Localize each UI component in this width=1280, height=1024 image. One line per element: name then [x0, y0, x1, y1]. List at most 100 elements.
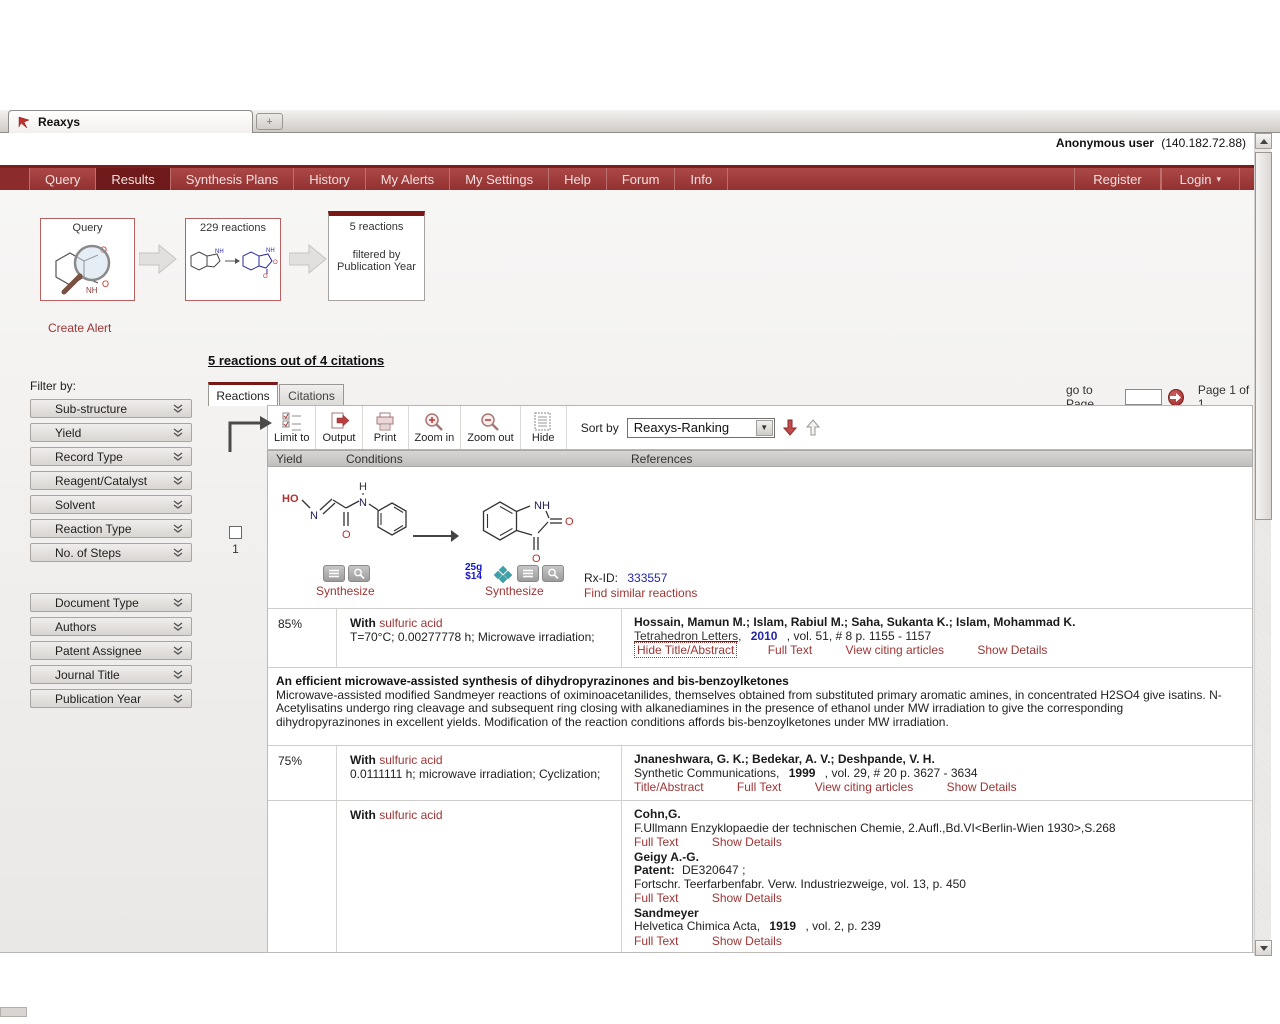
reaction-arrow-icon	[413, 527, 459, 545]
reagent-link[interactable]: sulfuric acid	[379, 753, 442, 767]
product-action-buttons	[517, 565, 564, 582]
nav-item-history[interactable]: History	[294, 168, 365, 190]
rx-id-value[interactable]: 333557	[627, 571, 667, 585]
show-details-link[interactable]: Show Details	[712, 934, 782, 948]
sort-by-label: Sort by	[581, 421, 619, 435]
filter-button-authors[interactable]: Authors	[30, 617, 192, 636]
zoom-out-button[interactable]: Zoom out	[461, 406, 520, 449]
nav-item-query[interactable]: Query	[30, 168, 96, 190]
svg-text:NH: NH	[215, 249, 224, 255]
sort-select[interactable]: Reaxys-Ranking ▼	[627, 418, 775, 438]
goto-page-button[interactable]	[1168, 389, 1184, 406]
nav-item-results[interactable]: Results	[96, 168, 170, 190]
filter-button-document-type[interactable]: Document Type	[30, 593, 192, 612]
sort-ascending-button[interactable]	[806, 419, 821, 436]
title-abstract-link[interactable]: Title/Abstract	[634, 780, 704, 794]
tab-citations[interactable]: Citations	[279, 384, 344, 406]
nav-item-info[interactable]: Info	[675, 168, 728, 190]
current-row-arrow-icon	[222, 412, 274, 454]
filter-by-title: Filter by:	[30, 379, 76, 393]
synthesize-link-reactant[interactable]: Synthesize	[316, 584, 375, 598]
full-text-link[interactable]: Full Text	[768, 643, 812, 657]
reactant-search-button[interactable]	[348, 565, 370, 582]
show-details-link[interactable]: Show Details	[712, 835, 782, 849]
limit-to-button[interactable]: Limit to	[268, 406, 316, 449]
filter-button-no-of-steps[interactable]: No. of Steps	[30, 543, 192, 562]
show-details-link[interactable]: Show Details	[947, 780, 1017, 794]
show-details-link[interactable]: Show Details	[712, 891, 782, 905]
export-document-icon	[329, 412, 349, 431]
product-structure: NH O O	[468, 473, 583, 573]
full-text-link[interactable]: Full Text	[737, 780, 781, 794]
new-tab-button[interactable]: +	[256, 113, 283, 130]
nav-item-help[interactable]: Help	[549, 168, 607, 190]
lattice-diamond-icon[interactable]	[492, 565, 514, 583]
nav-item-login[interactable]: Login ▾	[1161, 168, 1240, 190]
view-citing-articles-link[interactable]: View citing articles	[815, 780, 913, 794]
filter-button-publication-year[interactable]: Publication Year	[30, 689, 192, 708]
browser-tab-bar: Reaxys +	[0, 110, 1280, 133]
reagent-link[interactable]: sulfuric acid	[379, 616, 442, 630]
tab-reactions[interactable]: Reactions	[208, 382, 278, 406]
scroll-up-button[interactable]	[1255, 133, 1272, 149]
vertical-scrollbar[interactable]	[1254, 133, 1271, 956]
filter-button-record-type[interactable]: Record Type	[30, 447, 192, 466]
full-text-link[interactable]: Full Text	[634, 934, 678, 948]
view-citing-articles-link[interactable]: View citing articles	[846, 643, 944, 657]
goto-page-input[interactable]	[1125, 389, 1162, 405]
reagent-link[interactable]: sulfuric acid	[379, 808, 442, 822]
register-label: Register	[1093, 172, 1141, 187]
select-dropdown-button[interactable]: ▼	[756, 420, 773, 436]
journal-link[interactable]: Tetrahedron Letters,	[634, 629, 741, 643]
history-step-229-reactions[interactable]: 229 reactions NH NH O O	[185, 218, 281, 301]
year-link[interactable]: 2010	[751, 629, 778, 643]
nav-item-my-settings[interactable]: My Settings	[450, 168, 549, 190]
column-header-conditions: Conditions	[336, 452, 621, 466]
full-text-link[interactable]: Full Text	[634, 835, 678, 849]
reactant-details-button[interactable]	[323, 565, 345, 582]
create-alert-link[interactable]: Create Alert	[48, 321, 111, 335]
flow-arrow-icon	[139, 244, 177, 274]
nav-item-register[interactable]: Register	[1074, 168, 1160, 190]
references-cell: Jnaneshwara, G. K.; Bedekar, A. V.; Desh…	[621, 746, 1252, 800]
nav-item-forum[interactable]: Forum	[607, 168, 676, 190]
row-select-checkbox[interactable]	[229, 526, 242, 539]
double-chevron-down-icon	[173, 646, 183, 655]
synthesize-link-product[interactable]: Synthesize	[485, 584, 544, 598]
filter-button-journal-title[interactable]: Journal Title	[30, 665, 192, 684]
filter-button-sub-structure[interactable]: Sub-structure	[30, 399, 192, 418]
show-details-link[interactable]: Show Details	[977, 643, 1047, 657]
authors: Cohn,G.	[634, 808, 1246, 822]
patent-label: Patent:	[634, 863, 675, 877]
svg-text:O: O	[273, 260, 278, 266]
hide-button[interactable]: Hide	[521, 406, 567, 449]
reactant-structure: HO N O H N	[280, 475, 418, 565]
references-cell: Cohn,G. F.Ullmann Enzyklopaedie der tech…	[621, 801, 1252, 952]
product-search-button[interactable]	[542, 565, 564, 582]
scrollbar-thumb[interactable]	[1255, 152, 1272, 520]
zoom-in-button[interactable]: Zoom in	[409, 406, 462, 449]
scroll-down-button[interactable]	[1255, 940, 1272, 956]
browser-tab-reaxys[interactable]: Reaxys	[8, 110, 253, 133]
product-details-button[interactable]	[517, 565, 539, 582]
hide-title-abstract-link[interactable]: Hide Title/Abstract	[634, 642, 737, 658]
sort-descending-button[interactable]	[783, 419, 798, 436]
find-similar-reactions-link[interactable]: Find similar reactions	[584, 586, 697, 600]
filter-button-yield[interactable]: Yield	[30, 423, 192, 442]
filter-button-patent-assignee[interactable]: Patent Assignee	[30, 641, 192, 660]
full-text-link[interactable]: Full Text	[634, 891, 678, 905]
nav-item-my-alerts[interactable]: My Alerts	[366, 168, 450, 190]
nav-item-synthesis-plans[interactable]: Synthesis Plans	[171, 168, 295, 190]
output-button[interactable]: Output	[316, 406, 362, 449]
double-chevron-down-icon	[173, 428, 183, 437]
history-step-query[interactable]: Query O O NH	[40, 218, 135, 301]
list-icon	[522, 569, 534, 578]
results-summary-link[interactable]: 5 reactions out of 4 citations	[208, 353, 384, 368]
commercial-availability[interactable]: 25g $14	[465, 563, 482, 581]
print-button[interactable]: Print	[363, 406, 409, 449]
authors: Hossain, Mamun M.; Islam, Rabiul M.; Sah…	[634, 616, 1246, 630]
filter-button-reagent-catalyst[interactable]: Reagent/Catalyst	[30, 471, 192, 490]
filter-button-solvent[interactable]: Solvent	[30, 495, 192, 514]
filter-button-reaction-type[interactable]: Reaction Type	[30, 519, 192, 538]
history-step-filtered[interactable]: 5 reactions filtered by Publication Year	[328, 211, 425, 301]
